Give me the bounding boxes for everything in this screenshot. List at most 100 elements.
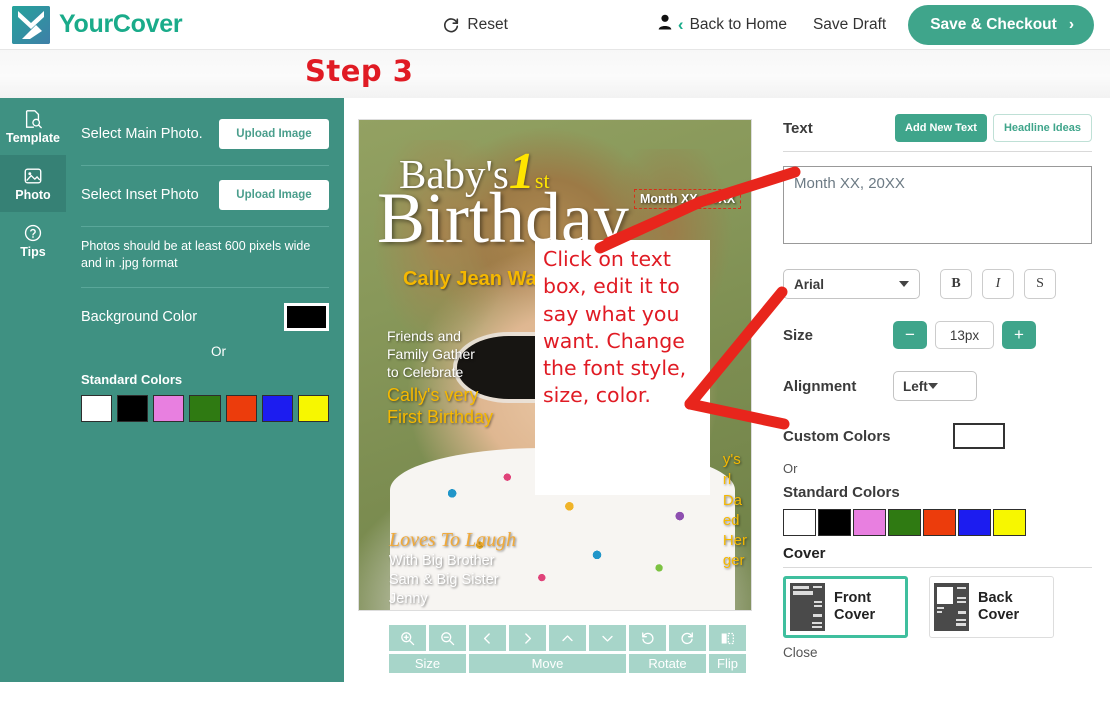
font-family-select[interactable]: Arial <box>783 269 920 299</box>
sidebar-item-tips[interactable]: Tips <box>0 212 66 269</box>
custom-color-swatch[interactable] <box>953 423 1005 449</box>
toolbar-group-flip: Flip <box>709 625 746 673</box>
cover-text-brother-sister[interactable]: With Big Brother Sam & Big Sister Jenny <box>389 552 499 609</box>
text-options-panel: Text Add New Text Headline Ideas Arial B… <box>765 98 1110 682</box>
cover-toolbar: Size Move <box>389 625 738 672</box>
rotate-ccw-icon[interactable] <box>629 625 666 651</box>
main-photo-row: Select Main Photo. Upload Image <box>81 114 329 154</box>
add-new-text-button[interactable]: Add New Text <box>895 114 987 142</box>
reset-button[interactable]: Reset <box>442 16 508 34</box>
toolbar-group-move: Move <box>469 625 626 673</box>
toolbar-group-rotate: Rotate <box>629 625 706 673</box>
upload-inset-image-button[interactable]: Upload Image <box>219 180 329 210</box>
headline-ideas-button[interactable]: Headline Ideas <box>993 114 1092 142</box>
italic-button[interactable]: I <box>982 269 1014 299</box>
sidebar-item-template-label: Template <box>6 131 60 145</box>
save-draft-button[interactable]: Save Draft <box>813 16 886 34</box>
size-decrease-button[interactable]: − <box>893 321 927 349</box>
background-color-row: Background Color <box>81 297 329 337</box>
chevron-left-icon[interactable] <box>469 625 506 651</box>
close-link[interactable]: Close <box>783 645 1092 660</box>
bold-button[interactable]: B <box>940 269 972 299</box>
save-and-checkout-button[interactable]: Save & Checkout › <box>908 5 1094 45</box>
back-to-home-label: Back to Home <box>690 16 787 34</box>
reset-icon <box>442 16 460 34</box>
color-swatch-blue[interactable] <box>262 395 293 422</box>
cover-text-date-selected[interactable]: Month XX, 20XX <box>634 189 741 209</box>
sidebar-item-photo-label: Photo <box>15 188 50 202</box>
cover-text-loves-to-laugh[interactable]: Loves To Laugh <box>389 529 516 552</box>
color-swatch-orange[interactable] <box>923 509 956 536</box>
color-swatch-green[interactable] <box>189 395 220 422</box>
alignment-row: Alignment Left <box>783 371 1092 401</box>
alignment-label: Alignment <box>783 378 893 395</box>
color-swatch-yellow[interactable] <box>298 395 329 422</box>
divider <box>81 226 329 227</box>
yourcover-logo-icon <box>12 6 50 44</box>
rotate-cw-icon[interactable] <box>669 625 706 651</box>
alignment-select[interactable]: Left <box>893 371 977 401</box>
front-cover-option[interactable]: Front Cover <box>783 576 908 638</box>
color-swatch-black[interactable] <box>117 395 148 422</box>
size-increase-button[interactable]: + <box>1002 321 1036 349</box>
strikethrough-button[interactable]: S <box>1024 269 1056 299</box>
text-panel-title: Text <box>783 120 813 137</box>
standard-colors-label: Standard Colors <box>81 372 329 387</box>
color-swatch-yellow[interactable] <box>993 509 1026 536</box>
zoom-in-icon[interactable] <box>389 625 426 651</box>
color-swatch-orange[interactable] <box>226 395 257 422</box>
color-swatch-blue[interactable] <box>958 509 991 536</box>
toolbar-group-size: Size <box>389 625 466 673</box>
photo-options-panel: Select Main Photo. Upload Image Select I… <box>66 98 344 682</box>
sidebar-item-photo[interactable]: Photo <box>0 155 66 212</box>
background-color-swatch[interactable] <box>284 303 329 331</box>
chevron-down-icon <box>928 383 938 389</box>
color-swatch-white[interactable] <box>783 509 816 536</box>
sidebar-item-tips-label: Tips <box>20 245 45 259</box>
color-swatch-pink[interactable] <box>853 509 886 536</box>
flip-icon[interactable] <box>709 625 746 651</box>
alignment-value: Left <box>903 379 928 394</box>
color-swatch-green[interactable] <box>888 509 921 536</box>
chevron-right-icon[interactable] <box>509 625 546 651</box>
left-icon-rail: Template Photo Tips <box>0 98 66 682</box>
toolbar-move-label: Move <box>469 654 626 673</box>
font-family-value: Arial <box>794 277 899 292</box>
chevron-down-icon[interactable] <box>589 625 626 651</box>
color-swatch-white[interactable] <box>81 395 112 422</box>
cover-text-friends[interactable]: Friends and Family Gather to Celebrate <box>387 328 475 382</box>
font-controls-row: Arial B I S <box>783 269 1092 299</box>
page-title: Step 3 <box>305 54 413 88</box>
divider <box>783 567 1092 568</box>
back-to-home-button[interactable]: ‹ Back to Home <box>658 14 787 35</box>
color-swatch-black[interactable] <box>818 509 851 536</box>
back-cover-label: Back Cover <box>978 590 1019 625</box>
upload-main-image-button[interactable]: Upload Image <box>219 119 329 149</box>
divider <box>783 151 1092 152</box>
front-cover-label: Front Cover <box>834 590 875 625</box>
custom-colors-row: Custom Colors <box>783 423 1092 449</box>
cover-text-very-first[interactable]: Cally's very First Birthday <box>387 385 493 429</box>
size-value[interactable]: 13px <box>935 321 994 349</box>
standard-colors-swatches <box>783 509 1092 536</box>
color-swatch-pink[interactable] <box>153 395 184 422</box>
brand[interactable]: YourCover <box>12 6 182 44</box>
back-cover-option[interactable]: Back Cover <box>929 576 1054 638</box>
text-panel-header: Text Add New Text Headline Ideas <box>783 114 1092 142</box>
image-icon <box>23 166 43 186</box>
or-label: Or <box>783 461 1092 476</box>
sidebar-item-template[interactable]: Template <box>0 98 66 155</box>
cover-section-label: Cover <box>783 545 1092 562</box>
toolbar-rotate-label: Rotate <box>629 654 706 673</box>
chevron-up-icon[interactable] <box>549 625 586 651</box>
or-label: Or <box>211 344 329 359</box>
text-input[interactable] <box>783 166 1092 244</box>
zoom-out-icon[interactable] <box>429 625 466 651</box>
brand-name: YourCover <box>59 10 182 39</box>
toolbar-flip-label: Flip <box>709 654 746 673</box>
photo-requirements-note: Photos should be at least 600 pixels wid… <box>81 236 329 273</box>
cover-text-right-column[interactable]: y's rl Da ed Her ger <box>723 450 747 572</box>
app-header: YourCover Reset ‹ Back to Home Save Draf… <box>0 0 1110 50</box>
save-and-checkout-label: Save & Checkout <box>930 16 1057 34</box>
reset-label: Reset <box>467 16 508 34</box>
